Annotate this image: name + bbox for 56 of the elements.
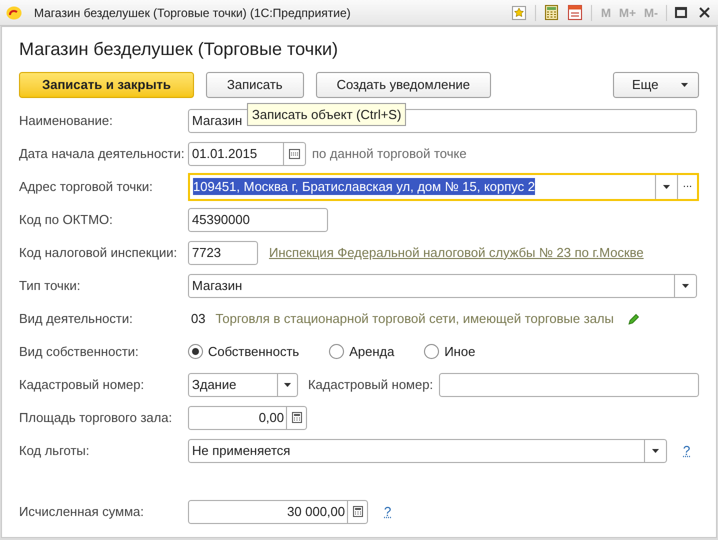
toolbar-button[interactable]: Записать: [206, 72, 304, 98]
more-button[interactable]: Еще: [613, 72, 699, 98]
dropdown-caret-icon: [682, 284, 689, 288]
maximize-button[interactable]: [675, 7, 687, 18]
cadastre-field[interactable]: [439, 372, 699, 396]
number-field[interactable]: 0,00: [188, 406, 307, 430]
select-field[interactable]: Магазин: [188, 274, 697, 298]
calculator-icon: [292, 412, 302, 423]
dropdown-caret-icon: [652, 448, 659, 452]
pencil-icon[interactable]: [628, 312, 640, 324]
favorite-star-icon[interactable]: [512, 6, 526, 20]
activity-description: Торговля в стационарной торговой сети, имеющей торговые залы: [215, 310, 614, 328]
field-label: Кадастровый номер:: [19, 376, 146, 394]
object-type-select[interactable]: Здание: [188, 372, 298, 396]
field-label: Исчисленная сумма:: [19, 502, 145, 521]
radio-option[interactable]: Собственность: [188, 342, 300, 362]
toolbar-button[interactable]: Создать уведомление: [316, 72, 492, 98]
app-logo-icon: [6, 4, 22, 20]
close-icon[interactable]: [699, 7, 710, 18]
field-label: Код льготы:: [19, 442, 90, 460]
oktmo-field[interactable]: 45390000: [188, 208, 328, 232]
window-title: Магазин безделушек (Торговые точки) (1С:Предприятие): [34, 4, 351, 22]
tooltip: Записать объект (Ctrl+S): [247, 103, 406, 126]
address-field[interactable]: 109451, Москва г, Братиславская ул, дом № 15, корпус 2 ...: [188, 172, 699, 200]
date-field[interactable]: 01.01.2015: [188, 142, 306, 166]
field-label: Вид собственности:: [19, 342, 140, 361]
address-value: 109451, Москва г, Братиславская ул, дом № 15, корпус 2: [193, 178, 535, 195]
toolbar-button[interactable]: Записать и закрыть: [19, 72, 194, 98]
field-label: Наименование:: [19, 112, 114, 130]
dropdown-caret-icon: [663, 184, 670, 188]
activity-code: 03: [191, 310, 206, 328]
field-label: Площадь торгового зала:: [19, 408, 174, 427]
field-label: Адрес торговой точки:: [19, 178, 154, 196]
field-label: Дата начала деятельности:: [19, 144, 186, 163]
radio-option[interactable]: Иное: [424, 342, 476, 362]
calculator-icon: [352, 506, 362, 517]
field-label: Код по ОКТМО:: [19, 210, 114, 229]
dropdown-caret-icon: [284, 382, 291, 386]
calendar-icon: [289, 148, 300, 158]
tax-office-link[interactable]: Инспекция Федеральной налоговой службы № 23 по г.Москве: [269, 242, 644, 262]
help-link[interactable]: ?: [683, 440, 690, 460]
field-label: Вид деятельности:: [19, 310, 134, 328]
calculator-icon[interactable]: [544, 5, 558, 20]
dropdown-caret-icon: [681, 82, 688, 86]
date-note: по данной торговой точке: [312, 144, 467, 163]
tax-code-field[interactable]: 7723: [188, 240, 258, 264]
calendar-icon[interactable]: [568, 5, 582, 20]
field-label: Кадастровый номер:: [308, 376, 434, 394]
radio-option[interactable]: Аренда: [329, 342, 394, 362]
select-field[interactable]: Не применяется: [188, 438, 667, 462]
select-button[interactable]: ...: [677, 174, 697, 198]
field-label: Тип точки:: [19, 276, 82, 295]
form-heading: Магазин безделушек (Торговые точки): [19, 38, 340, 61]
help-link[interactable]: ?: [384, 502, 392, 522]
number-field[interactable]: 30 000,00: [188, 500, 368, 524]
field-label: Код налоговой инспекции:: [19, 244, 178, 262]
